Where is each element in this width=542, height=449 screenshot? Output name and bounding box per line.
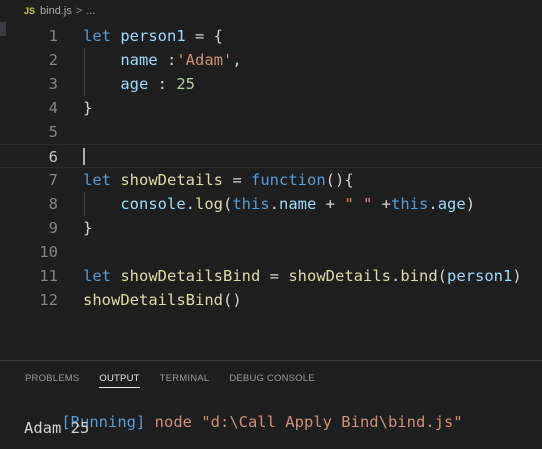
code-line[interactable]: 3 age : 25 (0, 72, 542, 96)
bottom-panel: PROBLEMS OUTPUT TERMINAL DEBUG CONSOLE [… (0, 360, 542, 449)
line-number: 5 (48, 123, 58, 141)
line-number: 6 (48, 148, 58, 166)
line-number: 1 (48, 27, 58, 45)
code-text: age : 25 (83, 72, 195, 96)
code-token: = (223, 171, 251, 189)
code-token: . (269, 195, 280, 213)
line-number: 10 (39, 243, 58, 261)
line-number: 12 (39, 291, 58, 309)
code-token: ( (223, 195, 233, 213)
code-text: } (83, 216, 92, 240)
code-editor[interactable]: 1 let person1 = {2 name :'Adam', 3 age : 2… (0, 24, 542, 360)
code-line[interactable]: 10 (0, 240, 542, 264)
code-text: let showDetails = function(){ (83, 168, 354, 192)
code-token: showDetailsBind (83, 291, 223, 309)
code-token: " " (344, 195, 373, 213)
text-cursor (83, 148, 85, 165)
code-token: this (391, 195, 429, 213)
code-token: ) (512, 267, 522, 285)
code-line[interactable]: 1 let person1 = { (0, 24, 542, 48)
code-token: () (222, 291, 242, 309)
code-token: . (428, 195, 438, 213)
code-token: . (185, 195, 195, 213)
code-token: this (232, 195, 270, 213)
code-token: let (83, 267, 111, 285)
code-token: log (195, 195, 223, 213)
code-token: showDetails (120, 171, 223, 189)
code-line[interactable]: 7 let showDetails = function(){ (0, 168, 542, 192)
output-result: Adam 25 (24, 419, 90, 437)
code-text: console.log(this.name + " " +this.age) (83, 192, 475, 216)
code-token: } (83, 219, 93, 237)
code-token: age (437, 195, 466, 213)
panel-tabs: PROBLEMS OUTPUT TERMINAL DEBUG CONSOLE (25, 373, 335, 388)
code-text: showDetailsBind() (83, 288, 242, 312)
indent-guide (84, 48, 85, 96)
code-line[interactable]: 5 (0, 120, 542, 144)
line-number: 8 (48, 195, 58, 213)
tab-problems[interactable]: PROBLEMS (25, 373, 79, 388)
code-token: console (120, 195, 186, 213)
code-token: name (120, 51, 158, 69)
code-token: , (232, 51, 242, 69)
code-line[interactable]: 6 (0, 144, 542, 168)
breadcrumb-file[interactable]: bind.js (40, 5, 72, 17)
tab-output[interactable]: OUTPUT (99, 373, 140, 388)
breadcrumb: JS bind.js > ... (0, 0, 542, 22)
code-token: person1 (447, 267, 513, 285)
code-token: ( (437, 267, 447, 285)
line-number: 11 (39, 267, 58, 285)
code-token: showDetailsBind (120, 267, 261, 285)
chevron-right-icon: > (75, 5, 83, 17)
code-token: person1 (120, 27, 186, 45)
javascript-file-icon: JS (24, 6, 36, 16)
code-token: = (260, 267, 289, 285)
code-line[interactable]: 12 showDetailsBind() (0, 288, 542, 312)
line-number: 3 (48, 75, 58, 93)
indent-guide (84, 192, 85, 216)
code-token: + (316, 195, 345, 213)
code-token: = { (185, 27, 223, 45)
code-token: : (148, 75, 177, 93)
code-token: let (83, 171, 111, 189)
code-token: function (251, 171, 326, 189)
code-text: let showDetailsBind = showDetails.bind(p… (83, 264, 522, 288)
line-number: 4 (48, 99, 58, 117)
code-token: bind (400, 267, 438, 285)
code-token: let (83, 27, 111, 45)
code-token: } (83, 99, 93, 117)
tab-terminal[interactable]: TERMINAL (160, 373, 210, 388)
code-text: name :'Adam', (83, 48, 242, 72)
code-token: name (279, 195, 317, 213)
line-number: 9 (48, 219, 58, 237)
line-number: 2 (48, 51, 58, 69)
code-line[interactable]: 9} (0, 216, 542, 240)
tab-debug-console[interactable]: DEBUG CONSOLE (229, 373, 314, 388)
code-token: 25 (176, 75, 195, 93)
output-command: node "d:\Call Apply Bind\bind.js" (145, 413, 463, 431)
code-token: showDetails (288, 267, 391, 285)
code-token: (){ (325, 171, 354, 189)
code-line[interactable]: 4} (0, 96, 542, 120)
code-token: 'Adam' (176, 51, 233, 69)
output-run-line: [Running] node "d:\Call Apply Bind\bind.… (24, 395, 463, 449)
code-token: age (120, 75, 149, 93)
breadcrumb-symbols[interactable]: ... (86, 5, 95, 17)
code-line[interactable]: 2 name :'Adam', (0, 48, 542, 72)
code-text: let person1 = { (83, 24, 223, 48)
code-text: } (83, 96, 92, 120)
code-token: + (372, 195, 392, 213)
code-line[interactable]: 11 let showDetailsBind = showDetails.bind… (0, 264, 542, 288)
code-line[interactable]: 8 console.log(this.name + " " +this.age) (0, 192, 542, 216)
code-token: : (157, 51, 177, 69)
line-number: 7 (48, 171, 58, 189)
code-token: ) (465, 195, 476, 213)
code-token: . (390, 267, 401, 285)
